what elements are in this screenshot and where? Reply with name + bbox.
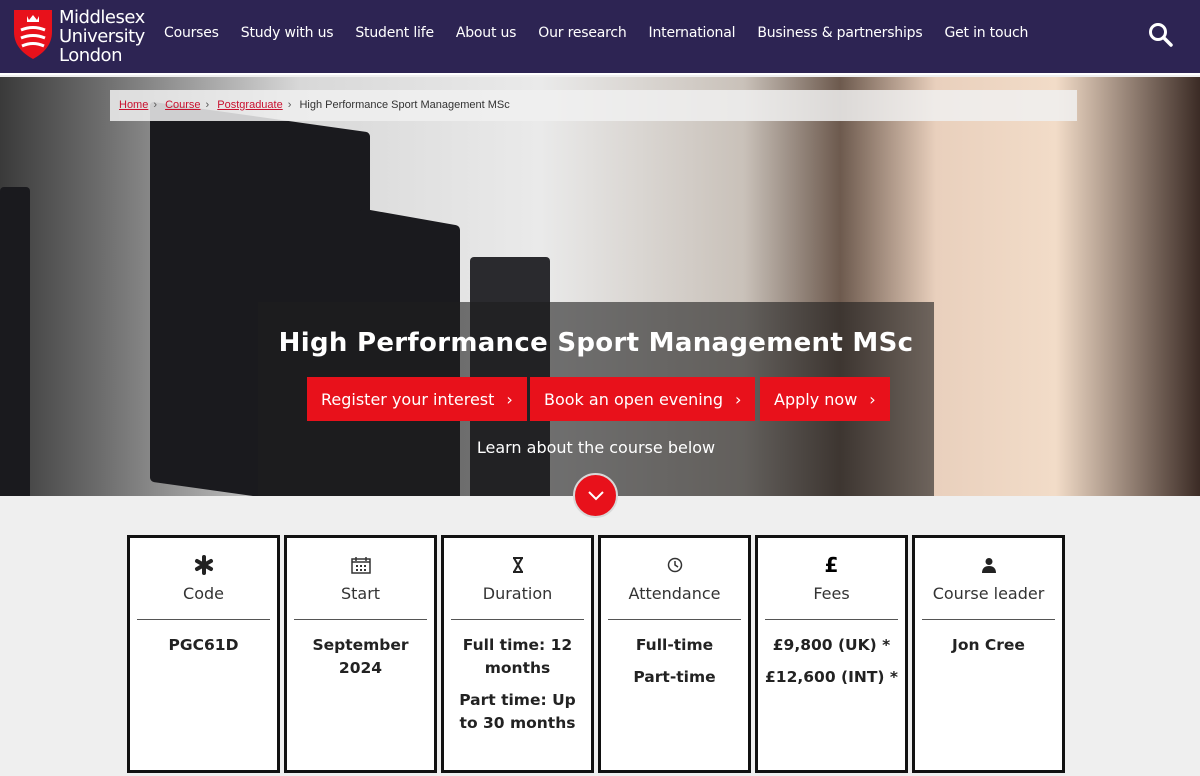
card-duration: Duration Full time: 12 months Part time: … xyxy=(441,535,594,773)
hero-image-monitor xyxy=(0,187,30,496)
chevron-right-icon: › xyxy=(506,389,513,409)
card-code: Code PGC61D xyxy=(127,535,280,773)
shield-logo-icon xyxy=(14,10,52,59)
page-title: High Performance Sport Management MSc xyxy=(278,328,914,358)
asterisk-icon xyxy=(130,554,277,576)
university-logo[interactable]: Middlesex University London xyxy=(12,8,145,65)
card-label: Start xyxy=(340,584,381,603)
nav-about-us[interactable]: About us xyxy=(456,25,517,41)
card-value: PGC61D xyxy=(168,636,239,654)
card-label: Code xyxy=(183,584,224,603)
nav-international[interactable]: International xyxy=(649,25,736,41)
card-fees: £ Fees £9,800 (UK) * £12,600 (INT) * xyxy=(755,535,908,773)
nav-study-with-us[interactable]: Study with us xyxy=(241,25,334,41)
logo-line-2: University xyxy=(59,26,145,47)
card-course-leader: Course leader Jon Cree xyxy=(912,535,1065,773)
card-value: Full time: 12 months xyxy=(462,636,573,677)
hourglass-icon xyxy=(444,554,591,576)
card-start: Start September 2024 xyxy=(284,535,437,773)
main-nav: Courses Study with us Student life About… xyxy=(164,25,1050,41)
nav-student-life[interactable]: Student life xyxy=(355,25,434,41)
scroll-down-button[interactable] xyxy=(573,473,618,518)
logo-line-1: Middlesex xyxy=(59,7,145,28)
clock-icon xyxy=(601,554,748,576)
person-icon xyxy=(915,554,1062,576)
card-value: Jon Cree xyxy=(952,636,1025,654)
calendar-icon xyxy=(287,554,434,576)
button-label: Book an open evening xyxy=(544,389,723,409)
search-icon[interactable] xyxy=(1148,22,1174,48)
book-open-evening-button[interactable]: Book an open evening › xyxy=(530,377,756,421)
card-value: Part-time xyxy=(633,668,716,686)
card-label: Course leader xyxy=(932,584,1045,603)
card-label: Attendance xyxy=(628,584,721,603)
breadcrumb-course[interactable]: Course xyxy=(165,99,200,111)
chevron-down-icon xyxy=(587,490,604,500)
card-label: Duration xyxy=(482,584,553,603)
nav-courses[interactable]: Courses xyxy=(164,25,219,41)
card-value: Part time: Up to 30 months xyxy=(459,691,576,732)
button-label: Apply now xyxy=(774,389,858,409)
apply-now-button[interactable]: Apply now › xyxy=(760,377,890,421)
hero-banner: Home › Course › Postgraduate › High Perform… xyxy=(0,77,1200,496)
register-interest-button[interactable]: Register your interest › xyxy=(307,377,527,421)
card-value: £12,600 (INT) * xyxy=(765,668,898,686)
logo-line-3: London xyxy=(59,45,122,66)
breadcrumb-current: High Performance Sport Management MSc xyxy=(299,99,510,111)
chevron-right-icon: › xyxy=(869,389,876,409)
hero-overlay: High Performance Sport Management MSc Re… xyxy=(258,302,934,496)
nav-our-research[interactable]: Our research xyxy=(538,25,626,41)
button-label: Register your interest xyxy=(321,389,495,409)
card-value: September 2024 xyxy=(312,636,409,677)
chevron-right-icon: › xyxy=(735,389,742,409)
learn-more-text: Learn about the course below xyxy=(476,438,716,457)
breadcrumb: Home › Course › Postgraduate › High Perform… xyxy=(110,90,1077,121)
breadcrumb-home[interactable]: Home xyxy=(119,99,148,111)
nav-business-partnerships[interactable]: Business & partnerships xyxy=(757,25,922,41)
card-value: £9,800 (UK) * xyxy=(772,636,891,654)
card-attendance: Attendance Full-time Part-time xyxy=(598,535,751,773)
breadcrumb-postgraduate[interactable]: Postgraduate xyxy=(217,99,282,111)
nav-get-in-touch[interactable]: Get in touch xyxy=(944,25,1028,41)
pound-icon: £ xyxy=(824,553,839,577)
site-header: Middlesex University London Courses Stud… xyxy=(0,0,1200,75)
card-value: Full-time xyxy=(635,636,714,654)
course-key-facts: Code PGC61D Start September 2024 Duratio… xyxy=(127,535,1065,773)
card-label: Fees xyxy=(813,584,850,603)
